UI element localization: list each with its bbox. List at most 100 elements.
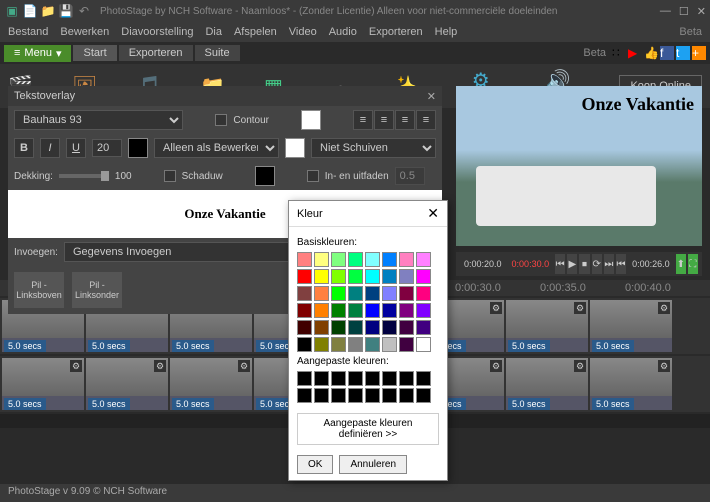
clip-settings-icon[interactable]: ⚙: [154, 360, 166, 372]
timeline-clip[interactable]: 5.0 secs⚙: [590, 300, 672, 352]
color-swatch[interactable]: [416, 286, 431, 301]
menu-help[interactable]: Help: [435, 26, 458, 38]
color-swatch[interactable]: [382, 337, 397, 352]
stop-button[interactable]: ⏹: [579, 254, 589, 274]
color-swatch[interactable]: [382, 320, 397, 335]
color-swatch[interactable]: [314, 252, 329, 267]
open-icon[interactable]: 📁: [40, 3, 56, 19]
scroll-select[interactable]: Niet Schuiven: [311, 138, 436, 158]
timeline-clip[interactable]: 5.0 secs⚙: [590, 358, 672, 410]
color-cancel-button[interactable]: Annuleren: [339, 455, 407, 474]
shadow-color-swatch[interactable]: [255, 166, 275, 186]
overlay-close-icon[interactable]: ✕: [427, 90, 436, 103]
timeline-clip[interactable]: 5.0 secs⚙: [506, 358, 588, 410]
align-right-button[interactable]: ≡: [395, 110, 415, 130]
custom-color-swatch[interactable]: [365, 388, 380, 403]
color-swatch[interactable]: [416, 337, 431, 352]
like-icon[interactable]: 👍: [644, 46, 658, 60]
color-swatch[interactable]: [399, 252, 414, 267]
menu-video[interactable]: Video: [289, 26, 317, 38]
color-swatch[interactable]: [365, 303, 380, 318]
end-button[interactable]: ⏮: [616, 254, 626, 274]
prev-button[interactable]: ⏮: [555, 254, 565, 274]
color-swatch[interactable]: [297, 337, 312, 352]
timeline-clip[interactable]: 5.0 secs⚙: [2, 358, 84, 410]
facebook-icon[interactable]: f: [660, 46, 674, 60]
custom-color-swatch[interactable]: [365, 371, 380, 386]
clip-settings-icon[interactable]: ⚙: [70, 360, 82, 372]
clip-settings-icon[interactable]: ⚙: [658, 302, 670, 314]
color-swatch[interactable]: [331, 269, 346, 284]
editor-mode-select[interactable]: Alleen als Bewerker: [154, 138, 279, 158]
minimize-button[interactable]: —: [660, 5, 671, 18]
color-swatch[interactable]: [331, 286, 346, 301]
color-swatch[interactable]: [297, 269, 312, 284]
menu-afspelen[interactable]: Afspelen: [234, 26, 277, 38]
color-swatch[interactable]: [416, 320, 431, 335]
color-swatch[interactable]: [331, 337, 346, 352]
color-swatch[interactable]: [365, 252, 380, 267]
timeline-clip[interactable]: 5.0 secs⚙: [86, 358, 168, 410]
color-swatch[interactable]: [314, 269, 329, 284]
custom-color-swatch[interactable]: [297, 388, 312, 403]
custom-color-swatch[interactable]: [382, 371, 397, 386]
tab-exporteren[interactable]: Exporteren: [119, 45, 193, 61]
custom-color-swatch[interactable]: [382, 388, 397, 403]
color-swatch[interactable]: [348, 337, 363, 352]
export-button[interactable]: ⬆: [676, 254, 686, 274]
new-icon[interactable]: 📄: [22, 3, 38, 19]
menu-bestand[interactable]: Bestand: [8, 26, 48, 38]
share-icon[interactable]: +: [692, 46, 706, 60]
color-swatch[interactable]: [416, 269, 431, 284]
color-swatch[interactable]: [297, 252, 312, 267]
color-swatch[interactable]: [348, 320, 363, 335]
menu-button[interactable]: ≡Menu▾: [4, 45, 71, 62]
color-dialog-close-icon[interactable]: ✕: [427, 205, 439, 222]
color-swatch[interactable]: [314, 337, 329, 352]
color-swatch[interactable]: [348, 303, 363, 318]
underline-button[interactable]: U: [66, 138, 86, 158]
color-swatch[interactable]: [399, 269, 414, 284]
menu-audio[interactable]: Audio: [329, 26, 357, 38]
clip-settings-icon[interactable]: ⚙: [490, 302, 502, 314]
bg-color-swatch[interactable]: [285, 138, 305, 158]
color-ok-button[interactable]: OK: [297, 455, 333, 474]
color-swatch[interactable]: [365, 269, 380, 284]
color-swatch[interactable]: [365, 337, 380, 352]
color-swatch[interactable]: [331, 252, 346, 267]
fullscreen-button[interactable]: ⛶: [688, 254, 698, 274]
align-center-button[interactable]: ≡: [374, 110, 394, 130]
fade-value-input[interactable]: [395, 167, 425, 185]
shadow-checkbox[interactable]: [164, 170, 176, 182]
text-color-swatch[interactable]: [128, 138, 148, 158]
font-select[interactable]: Bauhaus 93: [14, 110, 183, 130]
custom-color-swatch[interactable]: [416, 388, 431, 403]
custom-color-swatch[interactable]: [314, 371, 329, 386]
custom-color-swatch[interactable]: [331, 371, 346, 386]
custom-color-swatch[interactable]: [399, 388, 414, 403]
custom-color-swatch[interactable]: [348, 371, 363, 386]
menu-dia[interactable]: Dia: [205, 26, 222, 38]
color-swatch[interactable]: [416, 252, 431, 267]
color-swatch[interactable]: [297, 286, 312, 301]
position-bottomleft[interactable]: Pil - Linksonder: [72, 272, 122, 308]
youtube-icon[interactable]: ▶: [628, 46, 642, 60]
menu-diavoorstelling[interactable]: Diavoorstelling: [121, 26, 193, 38]
menu-bewerken[interactable]: Bewerken: [60, 26, 109, 38]
color-swatch[interactable]: [382, 303, 397, 318]
clip-settings-icon[interactable]: ⚙: [574, 360, 586, 372]
loop-button[interactable]: ⟳: [592, 254, 602, 274]
undo-icon[interactable]: ↶: [76, 3, 92, 19]
menu-exporteren[interactable]: Exporteren: [369, 26, 423, 38]
clip-settings-icon[interactable]: ⚙: [658, 360, 670, 372]
next-button[interactable]: ⏭: [604, 254, 614, 274]
contour-color-swatch[interactable]: [301, 110, 321, 130]
bold-button[interactable]: B: [14, 138, 34, 158]
color-swatch[interactable]: [382, 252, 397, 267]
clip-settings-icon[interactable]: ⚙: [490, 360, 502, 372]
opacity-slider[interactable]: [59, 174, 109, 178]
flickr-icon[interactable]: ∷: [612, 46, 626, 60]
custom-color-swatch[interactable]: [399, 371, 414, 386]
color-swatch[interactable]: [399, 320, 414, 335]
timeline-clip[interactable]: 5.0 secs⚙: [170, 358, 252, 410]
